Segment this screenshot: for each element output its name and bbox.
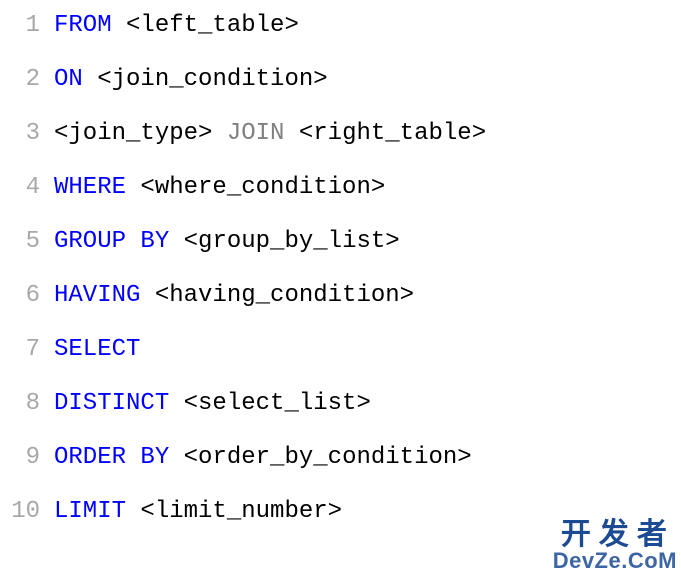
- code-content: LIMIT <limit_number>: [54, 500, 342, 524]
- token-space: [140, 282, 154, 309]
- code-line: 9 ORDER BY <order_by_condition>: [0, 446, 681, 500]
- token-space: [126, 228, 140, 255]
- token-placeholder: <right_table>: [299, 120, 486, 147]
- token-space: [212, 120, 226, 147]
- code-line: 2 ON <join_condition>: [0, 68, 681, 122]
- line-number: 9: [0, 446, 40, 470]
- token-placeholder: <limit_number>: [140, 498, 342, 525]
- code-block: 1 FROM <left_table> 2 ON <join_condition> 3 <…: [0, 0, 681, 554]
- token-placeholder: <group_by_list>: [184, 228, 400, 255]
- token-kw: DISTINCT: [54, 390, 169, 417]
- token-join-kw: JOIN: [227, 120, 285, 147]
- code-content: GROUP BY <group_by_list>: [54, 230, 400, 254]
- code-content: ON <join_condition>: [54, 68, 328, 92]
- token-kw: BY: [140, 444, 169, 471]
- line-number: 1: [0, 14, 40, 38]
- code-line: 3 <join_type> JOIN <right_table>: [0, 122, 681, 176]
- token-space: [169, 390, 183, 417]
- code-content: <join_type> JOIN <right_table>: [54, 122, 486, 146]
- token-placeholder: <join_condition>: [97, 66, 327, 93]
- token-placeholder: <select_list>: [184, 390, 371, 417]
- code-content: SELECT: [54, 338, 140, 362]
- code-line: 10 LIMIT <limit_number>: [0, 500, 681, 554]
- token-placeholder: <order_by_condition>: [184, 444, 472, 471]
- code-content: FROM <left_table>: [54, 14, 299, 38]
- code-line: 8 DISTINCT <select_list>: [0, 392, 681, 446]
- token-kw: ON: [54, 66, 83, 93]
- token-space: [284, 120, 298, 147]
- token-kw: FROM: [54, 12, 112, 39]
- token-space: [126, 444, 140, 471]
- token-kw: GROUP: [54, 228, 126, 255]
- line-number: 2: [0, 68, 40, 92]
- code-line: 6 HAVING <having_condition>: [0, 284, 681, 338]
- code-content: ORDER BY <order_by_condition>: [54, 446, 472, 470]
- token-space: [169, 228, 183, 255]
- token-placeholder: <where_condition>: [140, 174, 385, 201]
- line-number: 3: [0, 122, 40, 146]
- token-placeholder: <left_table>: [126, 12, 299, 39]
- line-number: 4: [0, 176, 40, 200]
- line-number: 7: [0, 338, 40, 362]
- code-line: 7 SELECT: [0, 338, 681, 392]
- token-kw: SELECT: [54, 336, 140, 363]
- token-kw: HAVING: [54, 282, 140, 309]
- code-content: HAVING <having_condition>: [54, 284, 414, 308]
- code-line: 4 WHERE <where_condition>: [0, 176, 681, 230]
- code-content: WHERE <where_condition>: [54, 176, 385, 200]
- code-content: DISTINCT <select_list>: [54, 392, 371, 416]
- token-kw: ORDER: [54, 444, 126, 471]
- line-number: 6: [0, 284, 40, 308]
- token-space: [169, 444, 183, 471]
- code-line: 5 GROUP BY <group_by_list>: [0, 230, 681, 284]
- token-kw: BY: [140, 228, 169, 255]
- token-space: [126, 498, 140, 525]
- token-placeholder: <join_type>: [54, 120, 212, 147]
- token-placeholder: <having_condition>: [155, 282, 414, 309]
- token-space: [83, 66, 97, 93]
- line-number: 8: [0, 392, 40, 416]
- line-number: 10: [0, 500, 40, 524]
- token-space: [112, 12, 126, 39]
- token-kw: WHERE: [54, 174, 126, 201]
- token-space: [126, 174, 140, 201]
- token-kw: LIMIT: [54, 498, 126, 525]
- code-line: 1 FROM <left_table>: [0, 14, 681, 68]
- line-number: 5: [0, 230, 40, 254]
